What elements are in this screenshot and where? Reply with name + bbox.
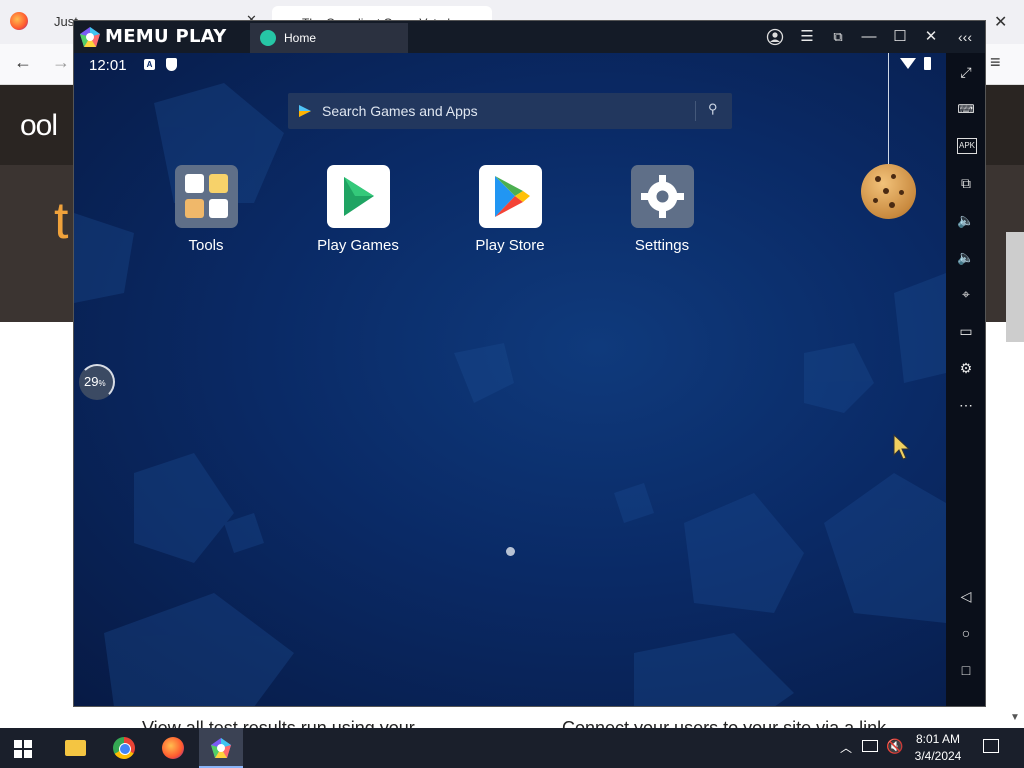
tray-chevron-icon[interactable]: ︿	[840, 739, 852, 756]
apk-icon[interactable]: APK	[957, 138, 977, 154]
back-arrow-icon[interactable]: ←	[14, 52, 32, 73]
location-icon[interactable]: ⌖	[955, 283, 977, 305]
hero-heading: t	[54, 192, 69, 250]
android-screen: 12:01 A Search Games and Apps ⚲ Tools Pl…	[74, 53, 946, 706]
app-label: Play Games	[317, 237, 399, 254]
collapse-icon[interactable]: ‹‹‹	[954, 26, 976, 48]
memu-logo-icon	[80, 27, 100, 47]
browser-menu-icon[interactable]: ≡	[990, 52, 1001, 73]
memu-brand: MEMU PLAY	[105, 26, 227, 47]
firefox-icon	[10, 12, 28, 30]
tray-time[interactable]: 8:01 AM	[903, 732, 973, 746]
play-games-icon	[326, 165, 390, 228]
page-indicator-dot[interactable]	[506, 547, 515, 556]
notification-icon[interactable]	[983, 739, 999, 753]
app-settings[interactable]: Settings	[602, 165, 722, 254]
memu-window: MEMU PLAY Home ☰ ⧉ — ☐ ✕ ‹‹‹ 12:01 A Sea…	[73, 20, 986, 707]
home-icon[interactable]: ○	[955, 622, 977, 644]
volume-up-icon[interactable]: 🔈	[955, 209, 977, 231]
shield-icon	[166, 58, 177, 71]
site-logo[interactable]: ool	[20, 109, 58, 143]
cookie-string	[888, 53, 889, 165]
folder-icon[interactable]: ▭	[955, 320, 977, 342]
wallpaper-pentagons	[74, 83, 946, 706]
windows-taskbar: ︿ 🔇 8:01 AM 3/4/2024	[0, 728, 1024, 768]
battery-icon	[924, 57, 931, 70]
search-icon[interactable]: ⚲	[708, 101, 718, 117]
multi-window-icon[interactable]: ⧉	[955, 172, 977, 194]
cookie-widget[interactable]	[861, 164, 916, 219]
memu-tab-home[interactable]: Home	[250, 23, 408, 53]
android-status-bar: 12:01 A	[74, 53, 946, 77]
memu-title-bar: MEMU PLAY Home ☰ ⧉ — ☐ ✕ ‹‹‹	[74, 21, 985, 53]
search-divider	[695, 101, 696, 121]
fullscreen-icon[interactable]: ⤢	[955, 61, 977, 83]
scroll-down-icon[interactable]: ▼	[1010, 712, 1020, 723]
tray-date[interactable]: 3/4/2024	[903, 749, 973, 763]
more-icon[interactable]: ⋯	[955, 394, 977, 416]
status-notification-icon: A	[144, 59, 155, 70]
start-button[interactable]	[14, 740, 32, 758]
close-icon[interactable]: ✕	[920, 26, 942, 48]
wifi-icon	[900, 58, 916, 69]
memu-sidebar: ⤢ ⌨ APK ⧉ 🔈 🔈 ⌖ ▭ ⚙ ⋯ ◁ ○ □	[946, 53, 985, 706]
back-icon[interactable]: ◁	[955, 585, 977, 607]
mouse-cursor-icon	[893, 433, 911, 460]
app-play-store[interactable]: Play Store	[450, 165, 570, 254]
app-label: Play Store	[475, 237, 545, 254]
page-scrollbar[interactable]	[1006, 232, 1024, 342]
home-tab-icon	[260, 30, 276, 46]
menu-icon[interactable]: ☰	[796, 26, 818, 48]
file-explorer-icon[interactable]	[53, 728, 97, 768]
keyboard-icon[interactable]: ⌨	[955, 98, 977, 120]
browser-close-icon[interactable]: ✕	[994, 12, 1007, 32]
search-input[interactable]: Search Games and Apps	[322, 103, 478, 119]
app-label: Settings	[634, 237, 690, 254]
settings-icon[interactable]: ⚙	[955, 357, 977, 379]
app-tools[interactable]: Tools	[146, 165, 266, 254]
recents-icon[interactable]: □	[955, 659, 977, 681]
memory-progress-circle[interactable]: 29%	[79, 364, 115, 400]
network-icon[interactable]	[862, 740, 878, 752]
account-icon[interactable]	[764, 26, 786, 48]
volume-down-icon[interactable]: 🔈	[955, 246, 977, 268]
maximize-icon[interactable]: ☐	[889, 26, 911, 48]
app-label: Tools	[188, 237, 224, 254]
progress-unit: %	[98, 379, 106, 388]
settings-gear-icon	[630, 165, 694, 228]
app-play-games[interactable]: Play Games	[298, 165, 418, 254]
minimize-icon[interactable]: —	[858, 26, 880, 48]
progress-text: 29	[84, 374, 99, 389]
play-store-icon	[478, 165, 542, 228]
screen-icon[interactable]: ⧉	[827, 26, 849, 48]
play-triangle-icon	[299, 105, 311, 117]
search-bar[interactable]: Search Games and Apps ⚲	[288, 93, 732, 129]
status-clock: 12:01	[89, 57, 127, 74]
firefox-icon[interactable]	[151, 728, 195, 768]
volume-muted-icon[interactable]: 🔇	[886, 738, 903, 755]
memu-icon[interactable]	[199, 728, 243, 768]
tools-folder-icon	[174, 165, 238, 228]
forward-arrow-icon[interactable]: →	[52, 52, 70, 73]
memu-tab-label: Home	[284, 31, 317, 45]
chrome-icon[interactable]	[102, 728, 146, 768]
